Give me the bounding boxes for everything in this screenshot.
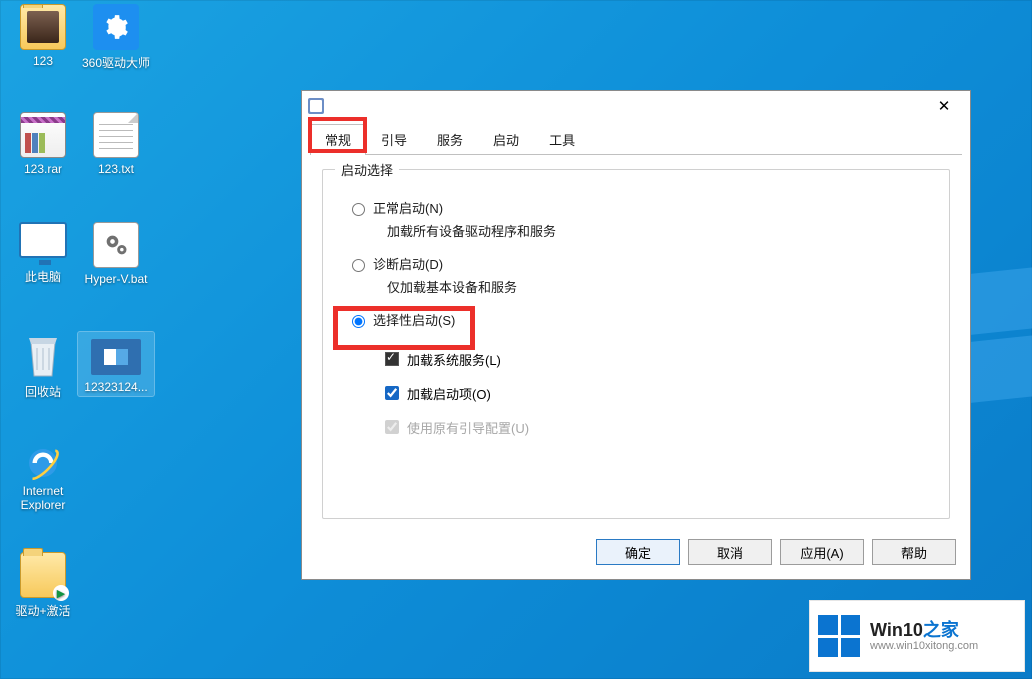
- tab-general[interactable]: 常规: [310, 124, 366, 155]
- desktop-icon-video-file[interactable]: 1232312​4...: [78, 332, 154, 396]
- titlebar[interactable]: ✕: [302, 91, 970, 121]
- desktop-icon-driver-activate[interactable]: ▶ 驱动+激活: [5, 552, 81, 619]
- icon-label: 123: [5, 54, 81, 68]
- apply-button[interactable]: 应用(A): [780, 539, 864, 565]
- folder-icon: [20, 4, 66, 50]
- diag-description: 仅加载基本设备和服务: [387, 277, 933, 296]
- close-icon: ✕: [938, 97, 951, 115]
- desktop-icon-123-rar[interactable]: 123.rar: [5, 112, 81, 176]
- radio-input[interactable]: [352, 203, 365, 216]
- tab-services[interactable]: 服务: [422, 124, 478, 155]
- desktop-icon-123-txt[interactable]: 123.txt: [78, 112, 154, 176]
- app-icon: [308, 98, 324, 114]
- desktop-icon-internet-explorer[interactable]: InternetExplorer: [5, 442, 81, 512]
- icon-label: InternetExplorer: [5, 484, 81, 512]
- help-button[interactable]: 帮助: [872, 539, 956, 565]
- radio-label: 诊断启动(D): [373, 254, 443, 273]
- icon-label: 1232312​4...: [78, 380, 154, 394]
- dialog-button-row: 确定 取消 应用(A) 帮助: [596, 539, 956, 565]
- group-legend: 启动选择: [335, 160, 399, 179]
- checkbox-label: 加载启动项(O): [407, 384, 491, 403]
- checkbox-load-services[interactable]: 加载系统服务(L): [381, 349, 933, 369]
- radio-input[interactable]: [352, 315, 365, 328]
- radio-normal-startup[interactable]: 正常启动(N): [347, 198, 933, 217]
- gear-icon: [93, 4, 139, 50]
- ie-icon: [5, 442, 81, 484]
- checkbox-input[interactable]: [385, 352, 399, 366]
- folder-icon: ▶: [20, 552, 66, 598]
- checkbox-input: [385, 420, 399, 434]
- radio-label: 选择性启动(S): [373, 310, 455, 329]
- checkbox-load-startup[interactable]: 加载启动项(O): [381, 383, 933, 403]
- icon-label: 123.txt: [78, 162, 154, 176]
- icon-label: 123.rar: [5, 162, 81, 176]
- icon-label: 驱动+激活: [5, 602, 81, 619]
- gears-icon: [93, 222, 139, 268]
- desktop-icon-360-driver[interactable]: 360驱动大师: [78, 4, 154, 71]
- desktop-icon-hyperv-bat[interactable]: Hyper-V.bat: [78, 222, 154, 286]
- checkbox-use-original-boot: 使用原有引导配置(U): [381, 417, 933, 437]
- radio-input[interactable]: [352, 259, 365, 272]
- video-thumb-icon: [91, 339, 141, 375]
- icon-label: 回收站: [5, 383, 81, 400]
- recycle-bin-icon: [22, 332, 64, 380]
- checkbox-label: 使用原有引导配置(U): [407, 418, 529, 437]
- desktop-icon-recycle-bin[interactable]: 回收站: [5, 332, 81, 400]
- tab-row: 常规 引导 服务 启动 工具: [302, 121, 970, 155]
- icon-label: Hyper-V.bat: [78, 272, 154, 286]
- desktop-icon-this-pc[interactable]: 此电脑: [5, 222, 81, 285]
- checkbox-label: 加载系统服务(L): [407, 350, 501, 369]
- msconfig-dialog: ✕ 常规 引导 服务 启动 工具 启动选择 正常启动(N) 加载所有设备驱动程序…: [301, 90, 971, 580]
- normal-description: 加载所有设备驱动程序和服务: [387, 221, 933, 240]
- desktop-icon-folder-123[interactable]: 123: [5, 4, 81, 68]
- textfile-icon: [93, 112, 139, 158]
- radio-diagnostic-startup[interactable]: 诊断启动(D): [347, 254, 933, 273]
- computer-icon: [5, 222, 81, 268]
- tab-boot[interactable]: 引导: [366, 124, 422, 155]
- ok-button[interactable]: 确定: [596, 539, 680, 565]
- icon-label: 360驱动大师: [78, 54, 154, 71]
- radio-label: 正常启动(N): [373, 198, 443, 217]
- startup-selection-group: 启动选择 正常启动(N) 加载所有设备驱动程序和服务 诊断启动(D) 仅加载基本…: [322, 169, 950, 519]
- watermark: Win10之家 www.win10xitong.com: [810, 601, 1024, 671]
- tab-tools[interactable]: 工具: [534, 124, 590, 155]
- radio-selective-startup[interactable]: 选择性启动(S): [347, 310, 933, 329]
- watermark-logo: [818, 615, 860, 657]
- watermark-text: Win10之家 www.win10xitong.com: [870, 620, 978, 652]
- close-button[interactable]: ✕: [924, 93, 964, 119]
- checkbox-input[interactable]: [385, 386, 399, 400]
- tab-startup[interactable]: 启动: [478, 124, 534, 155]
- cancel-button[interactable]: 取消: [688, 539, 772, 565]
- archive-icon: [20, 112, 66, 158]
- icon-label: 此电脑: [5, 268, 81, 285]
